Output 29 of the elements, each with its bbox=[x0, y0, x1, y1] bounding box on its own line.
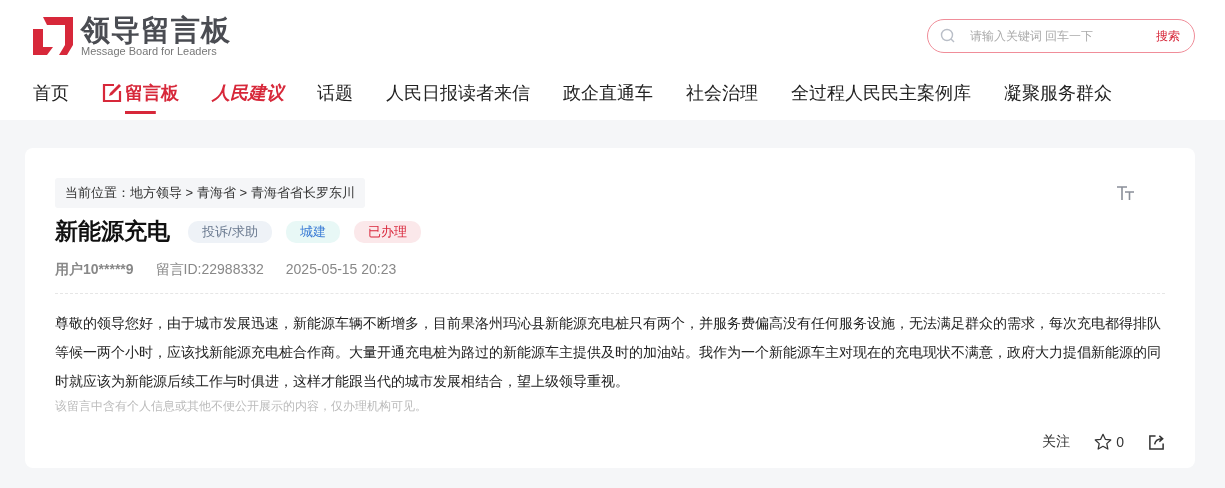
share-icon[interactable] bbox=[1148, 433, 1165, 451]
category-tag: 城建 bbox=[285, 220, 340, 243]
message-title: 新能源充电 bbox=[55, 217, 170, 246]
search-button[interactable]: 搜索 bbox=[1156, 27, 1180, 45]
nav-tab[interactable]: 首页 bbox=[33, 70, 69, 114]
message-id: 留言ID:22988332 bbox=[155, 261, 264, 279]
like-button[interactable]: 0 bbox=[1094, 433, 1124, 451]
user-name: 用户10*****9 bbox=[55, 261, 134, 279]
search-icon bbox=[940, 28, 956, 44]
post-time: 2025-05-15 20:23 bbox=[285, 261, 397, 279]
nav-tab[interactable]: 政企直通车 bbox=[563, 70, 653, 114]
message-body: 尊敬的领导您好，由于城市发展迅速，新能源车辆不断增多，目前果洛州玛沁县新能源充电桩只有两个，并服务费偏高没有任何服务设施，无法满足群众的需求，每次充电都得排队等候一两个小时，应该找新能源充电桩合作商。大量开通充电桩为路过的新能源车主提供及时的加油站。我作为一个新能源车主对现在的充电现状不满意，政府大力提倡新能源的同时就应该为新能源后续工作与时俱进，这样才能跟当代的城市发展相结合，望上级领导重视。 bbox=[55, 315, 1162, 391]
category-tag: 已办理 bbox=[353, 220, 421, 243]
logo-subtitle: Message Board for Leaders bbox=[81, 45, 218, 57]
follow-button[interactable]: 关注 bbox=[1042, 433, 1071, 451]
edit-icon bbox=[102, 83, 122, 103]
nav-tab[interactable]: 社会治理 bbox=[686, 70, 758, 114]
nav-tab[interactable]: 人民建议 bbox=[212, 70, 284, 114]
star-icon bbox=[1094, 433, 1113, 451]
font-size-icon[interactable] bbox=[1117, 186, 1135, 200]
logo-icon bbox=[33, 17, 73, 55]
category-tag: 投诉/求助 bbox=[188, 220, 272, 243]
nav-tab[interactable]: 全过程人民民主案例库 bbox=[791, 70, 971, 114]
nav-tab[interactable]: 人民日报读者来信 bbox=[386, 70, 530, 114]
logo-title: 领导留言板 bbox=[81, 15, 231, 45]
nav-tab[interactable]: 凝聚服务群众 bbox=[1004, 70, 1112, 114]
breadcrumb: 当前位置：地方领导 > 青海省 > 青海省省长罗东川 bbox=[55, 178, 365, 208]
privacy-notice: 该留言中含有个人信息或其他不便公开展示的内容，仅办理机构可见。 bbox=[55, 398, 428, 415]
nav-tab[interactable]: 话题 bbox=[317, 70, 353, 114]
